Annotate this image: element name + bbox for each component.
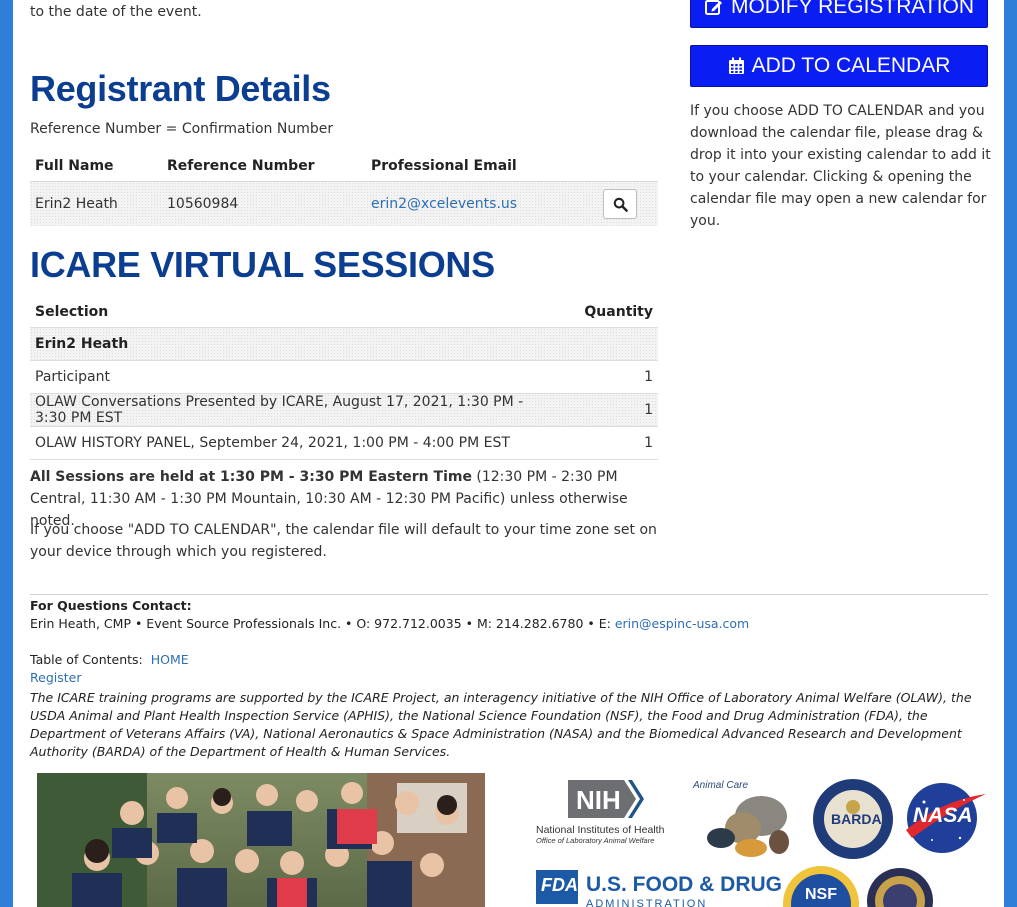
- modify-registration-button[interactable]: MODIFY REGISTRATION: [690, 0, 988, 28]
- col-selection: Selection: [35, 303, 109, 320]
- nasa-text: NASA: [913, 804, 973, 827]
- session-label: Participant: [35, 369, 110, 385]
- calendar-help-text: If you choose ADD TO CALENDAR and you do…: [690, 103, 991, 229]
- fda-logo: FDA U.S. FOOD & DRUG ADMINISTRATION: [536, 868, 782, 907]
- nih-logo: NIH National Institutes of Health Office…: [536, 778, 668, 848]
- table-row: Erin2 Heath 10560984 erin2@xcelevents.us: [30, 181, 658, 226]
- page: to the date of the event. Registrant Det…: [13, 0, 1004, 907]
- session-group-name: Erin2 Heath: [35, 336, 129, 352]
- add-to-calendar-button[interactable]: ADD TO CALENDAR: [690, 45, 988, 87]
- contact-text: Erin Heath, CMP • Event Source Professio…: [30, 616, 615, 631]
- calendar-timezone-note: If you choose "ADD TO CALENDAR", the cal…: [30, 522, 657, 560]
- calendar-icon: [728, 57, 744, 74]
- toc-home-link[interactable]: HOME: [151, 652, 189, 667]
- sessions-time-bold: All Sessions are held at 1:30 PM - 3:30 …: [30, 469, 472, 485]
- contact-line: Erin Heath, CMP • Event Source Professio…: [30, 616, 990, 631]
- footer-divider: [30, 594, 988, 595]
- modify-registration-label: MODIFY REGISTRATION: [730, 0, 975, 18]
- registrant-title: Registrant Details: [30, 68, 331, 109]
- col-professional-email: Professional Email: [371, 158, 517, 174]
- registrant-reference: 10560984: [167, 196, 239, 212]
- col-actions: [598, 151, 658, 182]
- session-qty: 1: [644, 369, 653, 385]
- fda-text: U.S. FOOD & DRUG: [586, 873, 783, 896]
- sessions-table: Selection Quantity Erin2 Heath Participa…: [30, 296, 658, 460]
- session-group-row: Erin2 Heath: [30, 327, 658, 361]
- toc-register-link[interactable]: Register: [30, 670, 81, 685]
- add-to-calendar-label: ADD TO CALENDAR: [751, 54, 951, 77]
- col-reference-number: Reference Number: [167, 158, 315, 174]
- nih-sub: Office of Laboratory Animal Welfare: [536, 836, 655, 845]
- session-label: OLAW HISTORY PANEL, September 24, 2021, …: [35, 435, 510, 451]
- contact-email-link[interactable]: erin@espinc-usa.com: [615, 616, 749, 631]
- animal-care-logo: Animal Care: [691, 776, 801, 864]
- table-row: OLAW HISTORY PANEL, September 24, 2021, …: [30, 427, 658, 460]
- search-icon: [613, 197, 628, 212]
- nsf-logo: NSF: [781, 864, 861, 907]
- intro-text: to the date of the event.: [30, 4, 202, 20]
- va-seal: [867, 868, 933, 907]
- toc-label: Table of Contents:: [30, 652, 143, 667]
- fda-mark: FDA: [541, 875, 578, 895]
- fda-sub: ADMINISTRATION: [586, 898, 708, 907]
- nasa-logo: NASA: [902, 780, 988, 856]
- table-row: OLAW Conversations Presented by ICARE, A…: [30, 393, 658, 427]
- edit-icon: [704, 0, 722, 15]
- reference-note: Reference Number = Confirmation Number: [30, 121, 334, 137]
- barda-text: BARDA: [831, 811, 882, 827]
- session-qty: 1: [644, 402, 653, 418]
- nsf-text: NSF: [805, 886, 837, 903]
- va-logo: [865, 866, 935, 907]
- registrant-table: Full Name Reference Number Professional …: [30, 151, 658, 226]
- nih-name: National Institutes of Health: [536, 824, 665, 836]
- session-qty: 1: [644, 435, 653, 451]
- registrant-email-link[interactable]: erin2@xcelevents.us: [371, 196, 517, 212]
- barda-logo: BARDA: [811, 777, 895, 861]
- registrant-name: Erin2 Heath: [35, 196, 118, 212]
- col-quantity: Quantity: [584, 303, 653, 320]
- support-text: The ICARE training programs are supporte…: [30, 690, 972, 759]
- toc-line: Table of Contents: HOME: [30, 652, 189, 667]
- group-photo: [37, 773, 485, 907]
- session-label: OLAW Conversations Presented by ICARE, A…: [35, 394, 524, 426]
- col-full-name: Full Name: [35, 158, 114, 174]
- view-registrant-button[interactable]: [603, 189, 637, 219]
- nih-mark-text: NIH: [576, 785, 621, 815]
- sessions-title: ICARE VIRTUAL SESSIONS: [30, 244, 495, 285]
- table-row: Participant 1: [30, 361, 658, 394]
- contact-heading: For Questions Contact:: [30, 598, 192, 613]
- animal-care-text: Animal Care: [693, 780, 749, 791]
